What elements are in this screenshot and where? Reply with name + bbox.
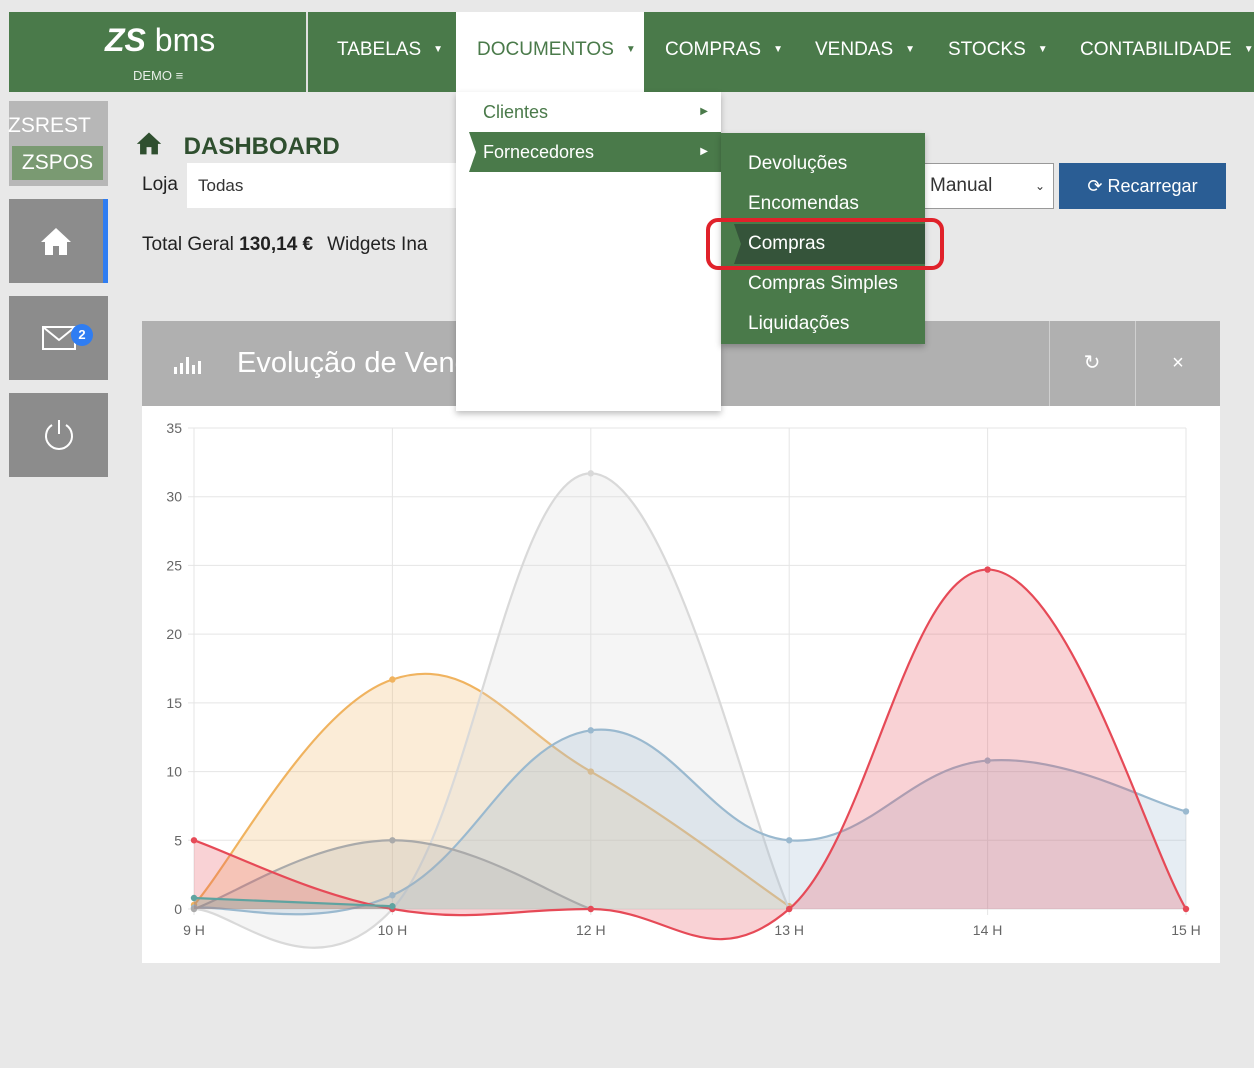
nav-documentos[interactable]: DOCUMENTOS ▼	[456, 12, 644, 92]
y-tick-label: 10	[166, 764, 182, 780]
refresh-icon: ↻	[1083, 352, 1101, 374]
page-title: DASHBOARD	[135, 130, 340, 161]
nav-compras[interactable]: COMPRAS ▼	[665, 12, 783, 92]
caret-down-icon: ▼	[433, 44, 444, 55]
caret-down-icon: ▼	[625, 44, 636, 55]
home-icon	[135, 132, 170, 160]
nav-contabilidade[interactable]: CONTABILIDADE ▼	[1080, 12, 1254, 92]
total-summary: Total Geral 130,14 € Widgets Ina	[142, 234, 428, 255]
y-tick-label: 25	[166, 557, 182, 573]
refresh-mode-select[interactable]: Manual ⌄	[923, 163, 1054, 209]
data-point	[786, 905, 793, 913]
total-value: 130,14 €	[239, 234, 314, 255]
loja-select[interactable]: Todas	[187, 163, 467, 208]
demo-label[interactable]: DEMO ≡	[133, 68, 183, 83]
nav-tabelas[interactable]: TABELAS ▼	[337, 12, 443, 92]
caret-down-icon: ▼	[1243, 44, 1254, 55]
widgets-label: Widgets Ina	[327, 234, 428, 255]
chart-svg: 0 5 10 15 20 25 30 35 9 H 10 H 12 H 13 H 14 H 15 H	[166, 420, 1201, 949]
mail-count-badge: 2	[71, 324, 93, 346]
menu-item-clientes[interactable]: Clientes ▶	[456, 92, 721, 132]
y-tick-label: 20	[166, 626, 182, 642]
sidebar-mail-button[interactable]: 2	[9, 296, 108, 380]
chevron-down-icon: ⌄	[1034, 179, 1045, 193]
data-point	[587, 470, 594, 477]
data-point	[1182, 808, 1190, 815]
menu-icon[interactable]: ≡	[176, 68, 184, 83]
caret-down-icon: ▼	[1037, 44, 1048, 55]
data-point	[190, 894, 198, 902]
y-tick-label: 15	[166, 695, 182, 711]
sales-chart: 0 5 10 15 20 25 30 35 9 H 10 H 12 H 13 H 14 H 15 H	[142, 406, 1220, 963]
reload-button[interactable]: ⟳ Recarregar	[1059, 163, 1226, 209]
nav-vendas[interactable]: VENDAS ▼	[815, 12, 915, 92]
caret-down-icon: ▼	[773, 44, 783, 55]
data-point	[1182, 905, 1190, 913]
y-tick-label: 5	[174, 832, 182, 848]
data-point	[984, 566, 991, 573]
nav-stocks[interactable]: STOCKS ▼	[948, 12, 1048, 92]
sidebar-home-button[interactable]	[9, 199, 108, 283]
menu-item-devolucoes[interactable]: Devoluções	[721, 144, 925, 184]
logo-text: ZS bms	[105, 22, 216, 58]
zsrest-link[interactable]: ZSREST	[8, 114, 91, 138]
y-tick-label: 35	[166, 420, 182, 436]
x-tick-label: 12 H	[576, 922, 606, 938]
sidebar-logout-button[interactable]	[9, 393, 108, 477]
menu-item-compras-simples[interactable]: Compras Simples	[721, 264, 925, 304]
close-icon: ×	[1172, 352, 1184, 374]
y-tick-label: 30	[166, 489, 182, 505]
zspos-link[interactable]: ZSPOS	[12, 146, 103, 180]
widget-close-button[interactable]: ×	[1135, 321, 1220, 406]
menu-item-liquidacoes[interactable]: Liquidações	[721, 304, 925, 344]
documentos-menu: Clientes ▶ Fornecedores ▶	[456, 92, 721, 411]
data-point	[587, 905, 594, 913]
highlight-annotation	[706, 218, 944, 270]
y-tick-label: 0	[174, 901, 182, 917]
data-point	[389, 903, 396, 910]
data-point	[786, 837, 793, 844]
data-point	[587, 727, 594, 734]
menu-item-fornecedores[interactable]: Fornecedores ▶	[469, 132, 721, 172]
home-icon	[41, 228, 71, 255]
mail-icon	[41, 326, 76, 350]
widget-refresh-button[interactable]: ↻	[1049, 321, 1134, 406]
data-point	[389, 837, 396, 844]
top-navbar: ZS bms DEMO ≡ TABELAS ▼ DOCUMENTOS ▼ COMPR…	[9, 12, 1254, 92]
loja-label: Loja	[142, 174, 178, 195]
widget-title: Evolução de Vend	[237, 347, 471, 379]
caret-right-icon: ▶	[700, 146, 708, 157]
caret-down-icon: ▼	[905, 44, 916, 55]
x-tick-label: 13 H	[774, 922, 804, 938]
caret-right-icon: ▶	[700, 106, 708, 117]
power-icon	[44, 420, 73, 450]
x-tick-label: 14 H	[973, 922, 1003, 938]
data-point	[389, 676, 396, 683]
x-tick-label: 10 H	[378, 922, 408, 938]
refresh-icon: ⟳	[1087, 176, 1103, 196]
bar-chart-icon	[172, 353, 206, 381]
data-point	[190, 837, 198, 844]
x-tick-label: 15 H	[1171, 922, 1201, 938]
x-tick-label: 9 H	[183, 922, 205, 938]
logo[interactable]: ZS bms DEMO ≡	[9, 12, 308, 92]
